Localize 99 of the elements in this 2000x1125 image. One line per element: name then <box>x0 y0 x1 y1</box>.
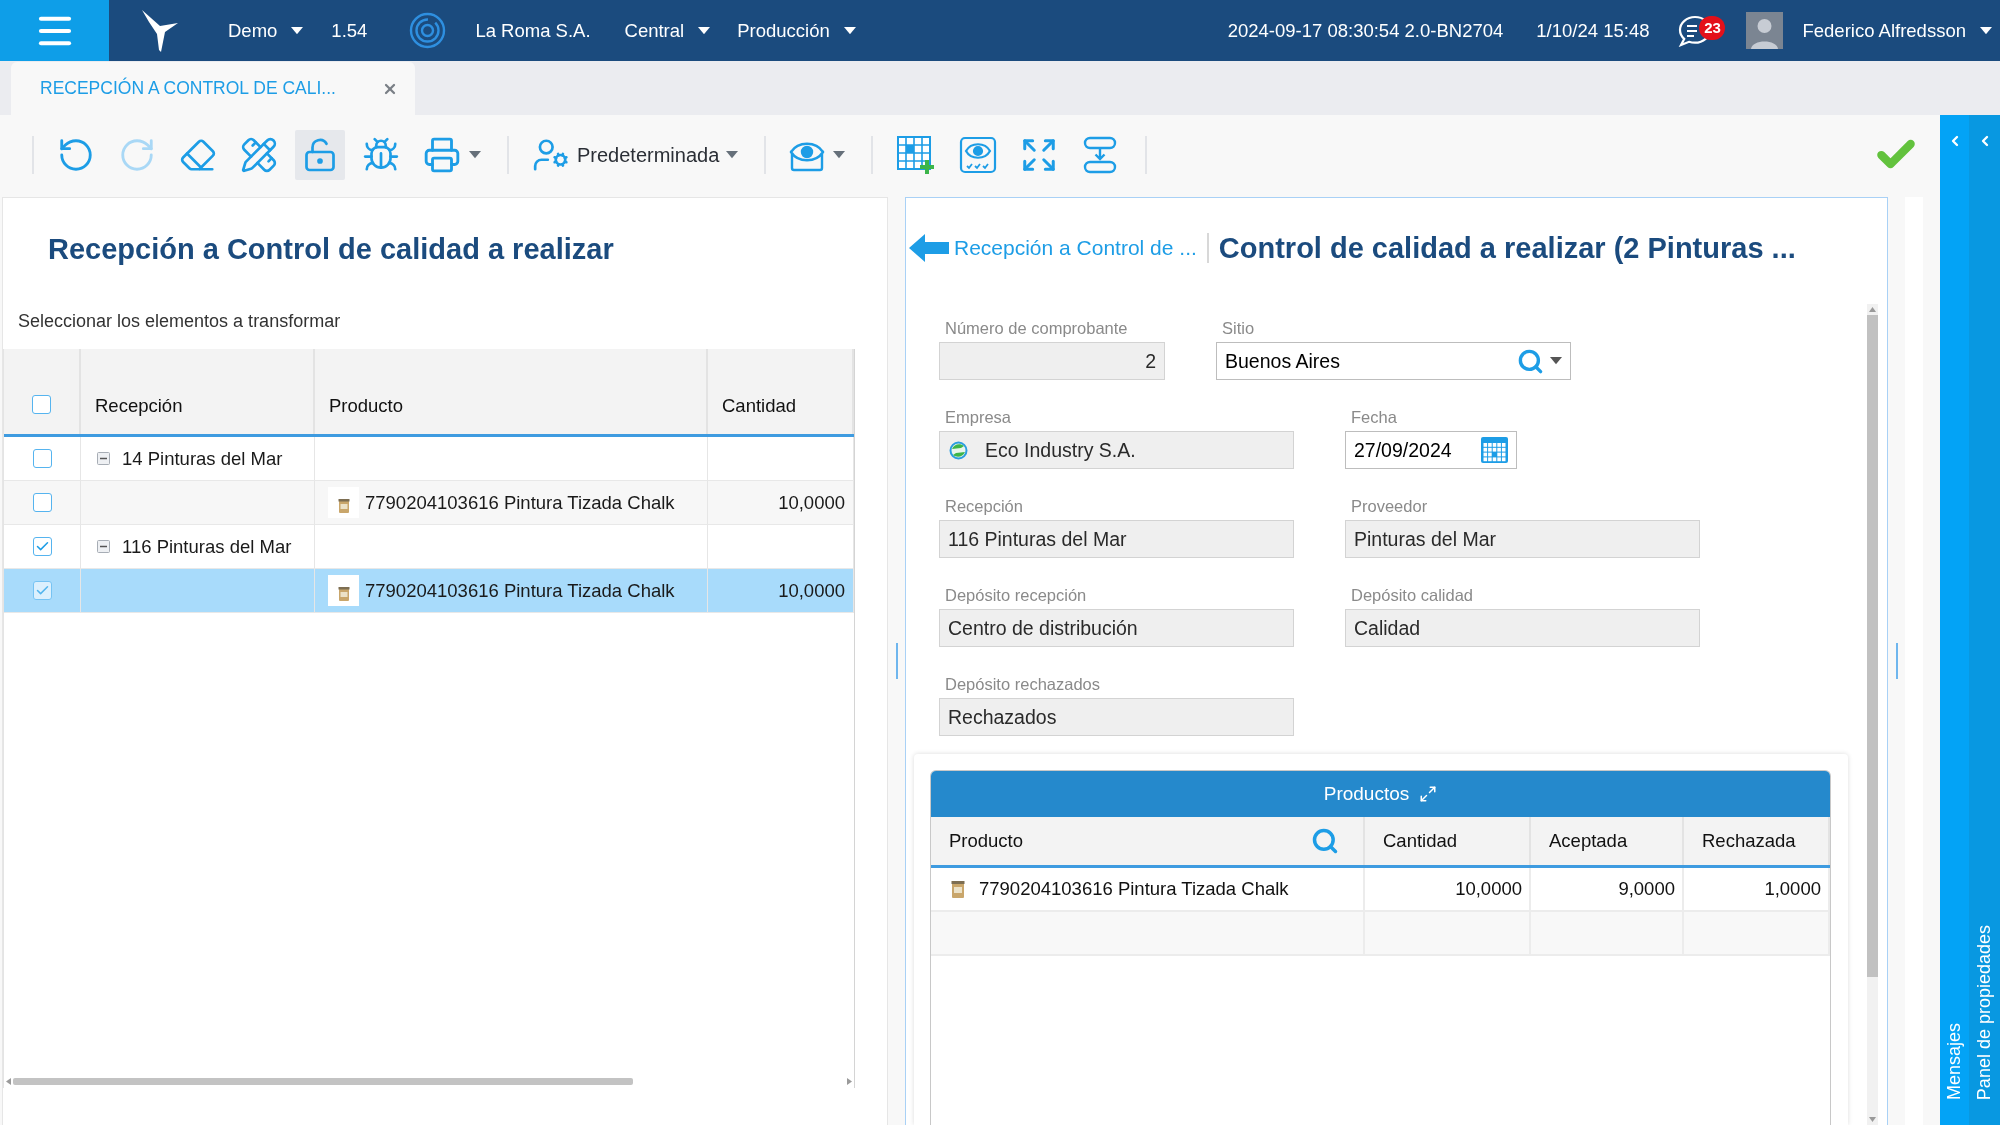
search-icon[interactable] <box>1517 347 1544 375</box>
caret-down-icon <box>843 26 856 35</box>
checkbox[interactable] <box>32 537 52 556</box>
table-row[interactable]: 14 Pinturas del Mar <box>4 437 854 481</box>
pencil-ruler-icon <box>240 136 278 174</box>
input-field[interactable]: Rechazados <box>939 698 1294 736</box>
scrollbar-thumb[interactable] <box>13 1077 633 1085</box>
checkbox[interactable] <box>32 395 51 414</box>
column-header[interactable]: Producto <box>949 830 1024 852</box>
module-dropdown[interactable]: Producción <box>737 10 856 51</box>
splitter-handle[interactable] <box>1895 643 1898 679</box>
checkbox[interactable] <box>32 493 52 512</box>
user-avatar[interactable] <box>1746 12 1784 49</box>
unlock-icon <box>302 137 338 173</box>
undo-icon <box>57 136 95 174</box>
toolbar-button[interactable] <box>295 130 345 180</box>
menu-button[interactable] <box>0 0 109 61</box>
collapse-icon[interactable] <box>97 452 110 465</box>
column-header[interactable]: Cantidad <box>722 395 797 417</box>
field-label: Depósito calidad <box>1350 586 1473 605</box>
environment-dropdown[interactable]: Demo <box>228 10 304 51</box>
reception-name: 116 Pinturas del Mar <box>122 535 292 558</box>
table-row[interactable]: 116 Pinturas del Mar <box>4 525 854 569</box>
company-selector[interactable]: La Roma S.A. <box>475 10 591 51</box>
table-row[interactable]: 7790204103616 Pintura Tizada Chalk 10,0000 <box>4 569 854 613</box>
instruction-text: Seleccionar los elementos a transformar <box>18 310 342 332</box>
table-cell: 10,0000 <box>708 569 854 613</box>
column-header[interactable]: Rechazada <box>1702 830 1796 852</box>
scrollbar-thumb[interactable] <box>1867 315 1878 977</box>
bug-icon <box>362 136 400 174</box>
date-field[interactable]: 27/09/2024 <box>1345 431 1517 469</box>
view-selector[interactable]: Predeterminada <box>526 130 745 180</box>
user-menu[interactable]: Federico Alfredsson <box>1802 10 1992 51</box>
product-name: 7790204103616 Pintura Tizada Chalk <box>979 878 1289 900</box>
form-title: Control de calidad a realizar (2 Pinturas ... <box>1218 231 1796 265</box>
version-label: 1.54 <box>331 19 368 42</box>
product-name: 7790204103616 Pintura Tizada Chalk <box>365 579 675 602</box>
column-header[interactable]: Recepción <box>95 395 183 417</box>
notification-badge: 23 <box>1699 15 1726 40</box>
scroll-up-arrow-icon[interactable] <box>1869 307 1876 312</box>
field-label: Sitio <box>1221 319 1255 338</box>
recycle-globe-icon <box>948 439 969 461</box>
checkbox[interactable] <box>32 581 52 600</box>
field-label: Número de comprobante <box>944 319 1128 338</box>
panel-title: Recepción a Control de calidad a realizar <box>48 232 615 267</box>
product-name: 7790204103616 Pintura Tizada Chalk <box>365 491 675 514</box>
field-label: Depósito recepción <box>944 586 1087 605</box>
lookup-field[interactable]: Buenos Aires <box>1216 342 1571 380</box>
table-add-icon <box>896 135 937 175</box>
paint-can-icon <box>328 575 359 606</box>
field-label: Depósito rechazados <box>944 675 1100 694</box>
eraser-icon <box>179 136 217 174</box>
bird-logo-icon <box>140 8 180 53</box>
messages-button[interactable]: 23 <box>1678 12 1731 49</box>
caret-down-icon <box>291 26 304 35</box>
checkbox[interactable] <box>32 449 52 468</box>
splitter-handle[interactable] <box>895 643 898 679</box>
scroll-left-arrow-icon[interactable] <box>6 1077 11 1085</box>
table-row[interactable]: 7790204103616 Pintura Tizada Chalk 10,0000 <box>4 481 854 525</box>
reception-name: 14 Pinturas del Mar <box>122 447 283 470</box>
back-arrow-icon[interactable] <box>909 234 949 262</box>
build-info: 2024-09-17 08:30:54 2.0-BN2704 <box>1227 19 1504 42</box>
table-title: Productos <box>1323 783 1410 805</box>
redo-icon <box>118 136 156 174</box>
caret-down-icon <box>833 151 846 159</box>
caret-down-icon[interactable] <box>1550 357 1562 365</box>
branch-dropdown[interactable]: Central <box>624 10 711 51</box>
paint-can-icon <box>951 879 965 899</box>
calendar-icon[interactable] <box>1481 437 1508 463</box>
column-header[interactable]: Cantidad <box>1383 830 1458 852</box>
split-rows-icon <box>1083 136 1118 174</box>
paint-can-icon <box>328 487 359 518</box>
caret-down-icon <box>726 151 739 159</box>
field-label: Proveedor <box>1350 497 1428 516</box>
input-field[interactable]: 116 Pinturas del Mar <box>939 520 1294 558</box>
caret-down-icon <box>698 26 711 35</box>
horizontal-scrollbar[interactable] <box>6 1076 852 1086</box>
search-icon[interactable] <box>1311 827 1339 855</box>
printer-icon <box>423 136 461 174</box>
caret-down-icon <box>469 151 481 159</box>
vertical-scrollbar[interactable] <box>1867 304 1878 1125</box>
number-field[interactable]: 2 <box>939 342 1165 380</box>
caret-down-icon <box>1980 26 1992 35</box>
input-field[interactable]: Centro de distribución <box>939 609 1294 647</box>
field-label: Empresa <box>944 408 1012 427</box>
target-rings-icon <box>409 12 447 49</box>
date-time: 1/10/24 15:48 <box>1536 19 1650 42</box>
collapse-icon[interactable] <box>97 540 110 553</box>
input-field[interactable]: Eco Industry S.A. <box>939 431 1294 469</box>
expand-icon[interactable] <box>1419 785 1438 803</box>
eye-document-icon <box>959 136 998 174</box>
scroll-right-arrow-icon[interactable] <box>847 1077 852 1085</box>
column-header[interactable]: Aceptada <box>1549 830 1628 852</box>
input-field[interactable]: Pinturas del Mar <box>1345 520 1700 558</box>
column-header[interactable]: Producto <box>329 395 404 417</box>
scroll-down-arrow-icon[interactable] <box>1869 1117 1876 1122</box>
field-label: Recepción <box>944 497 1023 516</box>
input-field[interactable]: Calidad <box>1345 609 1700 647</box>
field-label: Fecha <box>1350 408 1397 427</box>
